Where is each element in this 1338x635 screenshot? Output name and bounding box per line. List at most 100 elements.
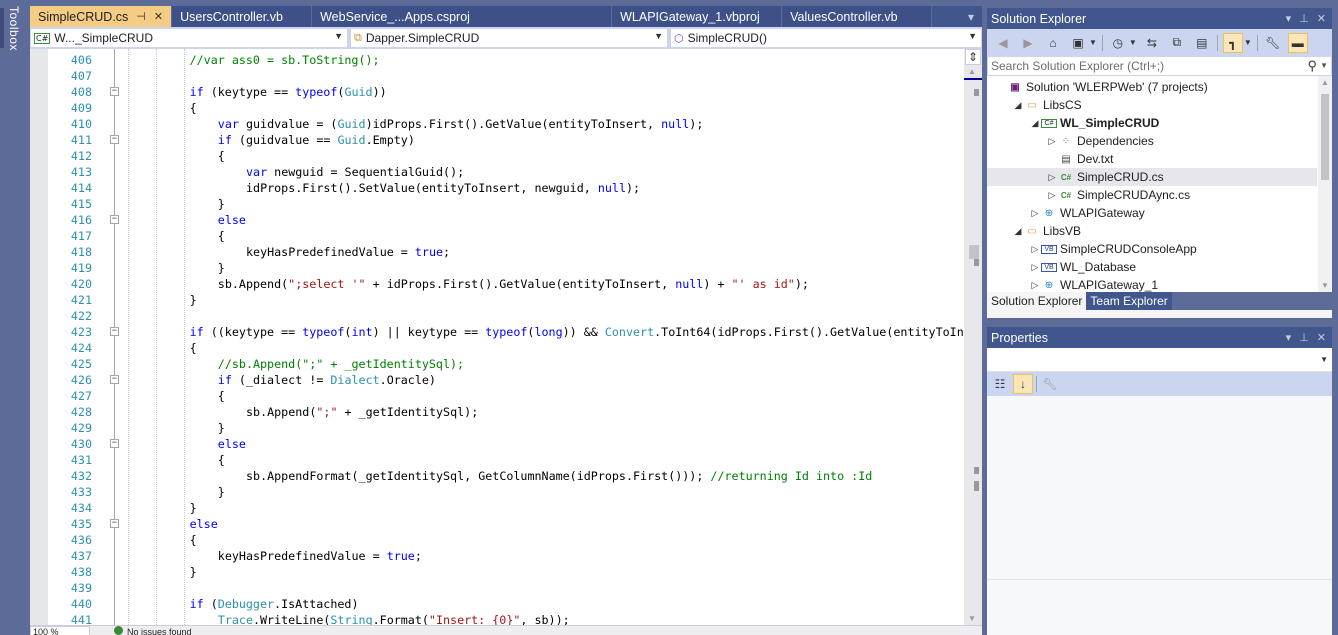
- code-line[interactable]: 414 idProps.First().SetValue(entityToInse…: [30, 180, 964, 196]
- scroll-down-icon[interactable]: ▼: [1321, 281, 1329, 290]
- tab-overflow-dropdown-icon[interactable]: ▾: [960, 6, 982, 27]
- alphabetical-sort-icon[interactable]: ↓: [1013, 374, 1033, 394]
- home-icon[interactable]: ⌂: [1043, 33, 1063, 53]
- collapse-arrow-icon[interactable]: ◢: [1012, 226, 1024, 237]
- properties-wrench-icon[interactable]: 🔧︎: [1263, 33, 1283, 53]
- window-position-dropdown-icon[interactable]: ▾: [1286, 12, 1292, 25]
- toolbox-strip[interactable]: Toolbox: [0, 0, 30, 635]
- solution-explorer-search-input[interactable]: Search Solution Explorer (Ctrl+;) ⚲ ▼: [987, 56, 1332, 76]
- collapse-icon[interactable]: −: [110, 439, 119, 448]
- collapse-icon[interactable]: −: [110, 327, 119, 336]
- preview-selected-items-icon[interactable]: ▬: [1287, 32, 1308, 53]
- code-line[interactable]: 427 {: [30, 388, 964, 404]
- toolbox-label[interactable]: Toolbox: [7, 6, 21, 51]
- tab-solution-explorer[interactable]: Solution Explorer: [987, 292, 1087, 310]
- chevron-down-icon[interactable]: ▼: [1320, 61, 1328, 70]
- code-line[interactable]: 421}: [30, 292, 964, 308]
- window-position-dropdown-icon[interactable]: ▾: [1286, 331, 1292, 344]
- code-line[interactable]: 419}: [30, 260, 964, 276]
- tree-node[interactable]: ▤ Dev.txt: [987, 150, 1317, 168]
- zoom-level-select[interactable]: 100 %: [30, 626, 90, 635]
- collapse-icon[interactable]: −: [110, 519, 119, 528]
- code-line[interactable]: 441 Trace.WriteLine(String.Format("Insert…: [30, 612, 964, 625]
- scroll-up-icon[interactable]: ▲: [968, 67, 976, 76]
- expand-arrow-icon[interactable]: ▷: [1046, 136, 1058, 147]
- pin-icon[interactable]: ⊥: [1299, 12, 1309, 25]
- pin-icon[interactable]: ⊣: [136, 10, 146, 23]
- collapse-arrow-icon[interactable]: ◢: [1012, 100, 1024, 111]
- expand-arrow-icon[interactable]: ▷: [1029, 262, 1041, 273]
- tab-team-explorer[interactable]: Team Explorer: [1086, 292, 1172, 310]
- search-icon[interactable]: ⚲: [1307, 58, 1317, 74]
- code-line[interactable]: 431 {: [30, 452, 964, 468]
- tree-node[interactable]: ◢ ▭ LibsCS: [987, 96, 1317, 114]
- forward-icon[interactable]: ▶: [1018, 33, 1038, 53]
- code-line[interactable]: 437 keyHasPredefinedValue = true;: [30, 548, 964, 564]
- code-line[interactable]: 433}: [30, 484, 964, 500]
- code-line[interactable]: 435 − else: [30, 516, 964, 532]
- expand-arrow-icon[interactable]: ▷: [1046, 190, 1058, 201]
- split-window-icon[interactable]: ⇕: [965, 49, 981, 65]
- code-line[interactable]: 407: [30, 68, 964, 84]
- scroll-thumb[interactable]: [969, 245, 979, 259]
- collapse-icon[interactable]: −: [110, 215, 119, 224]
- expand-arrow-icon[interactable]: ▷: [1029, 280, 1041, 291]
- tree-node[interactable]: ▷ ⊕ WLAPIGateway: [987, 204, 1317, 222]
- code-line[interactable]: 438}: [30, 564, 964, 580]
- code-line[interactable]: 434}: [30, 500, 964, 516]
- tree-node[interactable]: ▷ C# SimpleCRUDAync.cs: [987, 186, 1317, 204]
- code-line[interactable]: 430 − else: [30, 436, 964, 452]
- code-line[interactable]: 439: [30, 580, 964, 596]
- vertical-scrollbar[interactable]: ⇕ ▲ ▼: [964, 49, 982, 625]
- collapse-icon[interactable]: −: [110, 375, 119, 384]
- issues-indicator[interactable]: No issues found: [114, 626, 192, 635]
- collapse-arrow-icon[interactable]: ◢: [1029, 118, 1041, 129]
- collapse-icon[interactable]: −: [110, 135, 119, 144]
- chevron-down-icon[interactable]: ▼: [1089, 38, 1097, 47]
- property-grid[interactable]: [987, 396, 1332, 580]
- code-line[interactable]: 411 − if (guidvalue == Guid.Empty): [30, 132, 964, 148]
- tree-node[interactable]: ◢ C# WL_SimpleCRUD: [987, 114, 1317, 132]
- categorized-icon[interactable]: ☷: [990, 374, 1010, 394]
- pending-changes-filter-icon[interactable]: ◷: [1108, 33, 1128, 53]
- type-dropdown[interactable]: ⧉ Dapper.SimpleCRUD ▼: [350, 28, 668, 48]
- code-line[interactable]: 413 var newguid = SequentialGuid();: [30, 164, 964, 180]
- code-line[interactable]: 423 − if ((keytype == typeof(int) || keyty…: [30, 324, 964, 340]
- tab-userscontroller-vb[interactable]: UsersController.vb: [172, 6, 313, 27]
- chevron-down-icon[interactable]: ▼: [1129, 38, 1137, 47]
- tab-valuescontroller-vb[interactable]: ValuesController.vb: [782, 6, 933, 27]
- code-line[interactable]: 410 var guidvalue = (Guid)idProps.First()…: [30, 116, 964, 132]
- code-line[interactable]: 408 − if (keytype == typeof(Guid)): [30, 84, 964, 100]
- expand-arrow-icon[interactable]: ▷: [1046, 172, 1058, 183]
- scroll-thumb[interactable]: [1321, 94, 1329, 180]
- code-line[interactable]: 425 //sb.Append(";" + _getIdentitySql);: [30, 356, 964, 372]
- code-line[interactable]: 406 //var ass0 = sb.ToString();: [30, 52, 964, 68]
- tree-node[interactable]: ◢ ▭ LibsVB: [987, 222, 1317, 240]
- tree-node[interactable]: ▷ C# SimpleCRUD.cs: [987, 168, 1317, 186]
- tab-wlapigateway-vbproj[interactable]: WLAPIGateway_1.vbproj: [612, 6, 783, 27]
- code-line[interactable]: 415}: [30, 196, 964, 212]
- back-icon[interactable]: ◀: [993, 33, 1013, 53]
- code-line[interactable]: 424 {: [30, 340, 964, 356]
- expand-arrow-icon[interactable]: ▷: [1029, 244, 1041, 255]
- close-icon[interactable]: ✕: [154, 10, 163, 23]
- pin-icon[interactable]: ⊥: [1299, 331, 1309, 344]
- code-line[interactable]: 420 sb.Append(";select '" + idProps.First…: [30, 276, 964, 292]
- collapse-icon[interactable]: −: [110, 87, 119, 96]
- code-line[interactable]: 417 {: [30, 228, 964, 244]
- tree-node[interactable]: ▷ ⁘ Dependencies: [987, 132, 1317, 150]
- code-line[interactable]: 440 if (Debugger.IsAttached): [30, 596, 964, 612]
- scroll-down-icon[interactable]: ▼: [968, 614, 976, 623]
- tree-node[interactable]: ▷ VB WL_Database: [987, 258, 1317, 276]
- code-line[interactable]: 416 − else: [30, 212, 964, 228]
- properties-object-select[interactable]: ▼: [987, 348, 1332, 372]
- switch-views-icon[interactable]: ▣: [1068, 33, 1088, 53]
- code-line[interactable]: 409 {: [30, 100, 964, 116]
- tree-node[interactable]: ▣ Solution 'WLERPWeb' (7 projects): [987, 78, 1317, 96]
- tree-node[interactable]: ▷ ⊕ WLAPIGateway_1: [987, 276, 1317, 292]
- collapse-all-icon[interactable]: ⧉: [1167, 33, 1187, 53]
- member-dropdown[interactable]: ⬡ SimpleCRUD() ▼: [670, 28, 982, 48]
- code-line[interactable]: 436 {: [30, 532, 964, 548]
- code-line[interactable]: 432 sb.AppendFormat(_getIdentitySql, GetC…: [30, 468, 964, 484]
- sync-with-document-icon[interactable]: ⇆: [1142, 33, 1162, 53]
